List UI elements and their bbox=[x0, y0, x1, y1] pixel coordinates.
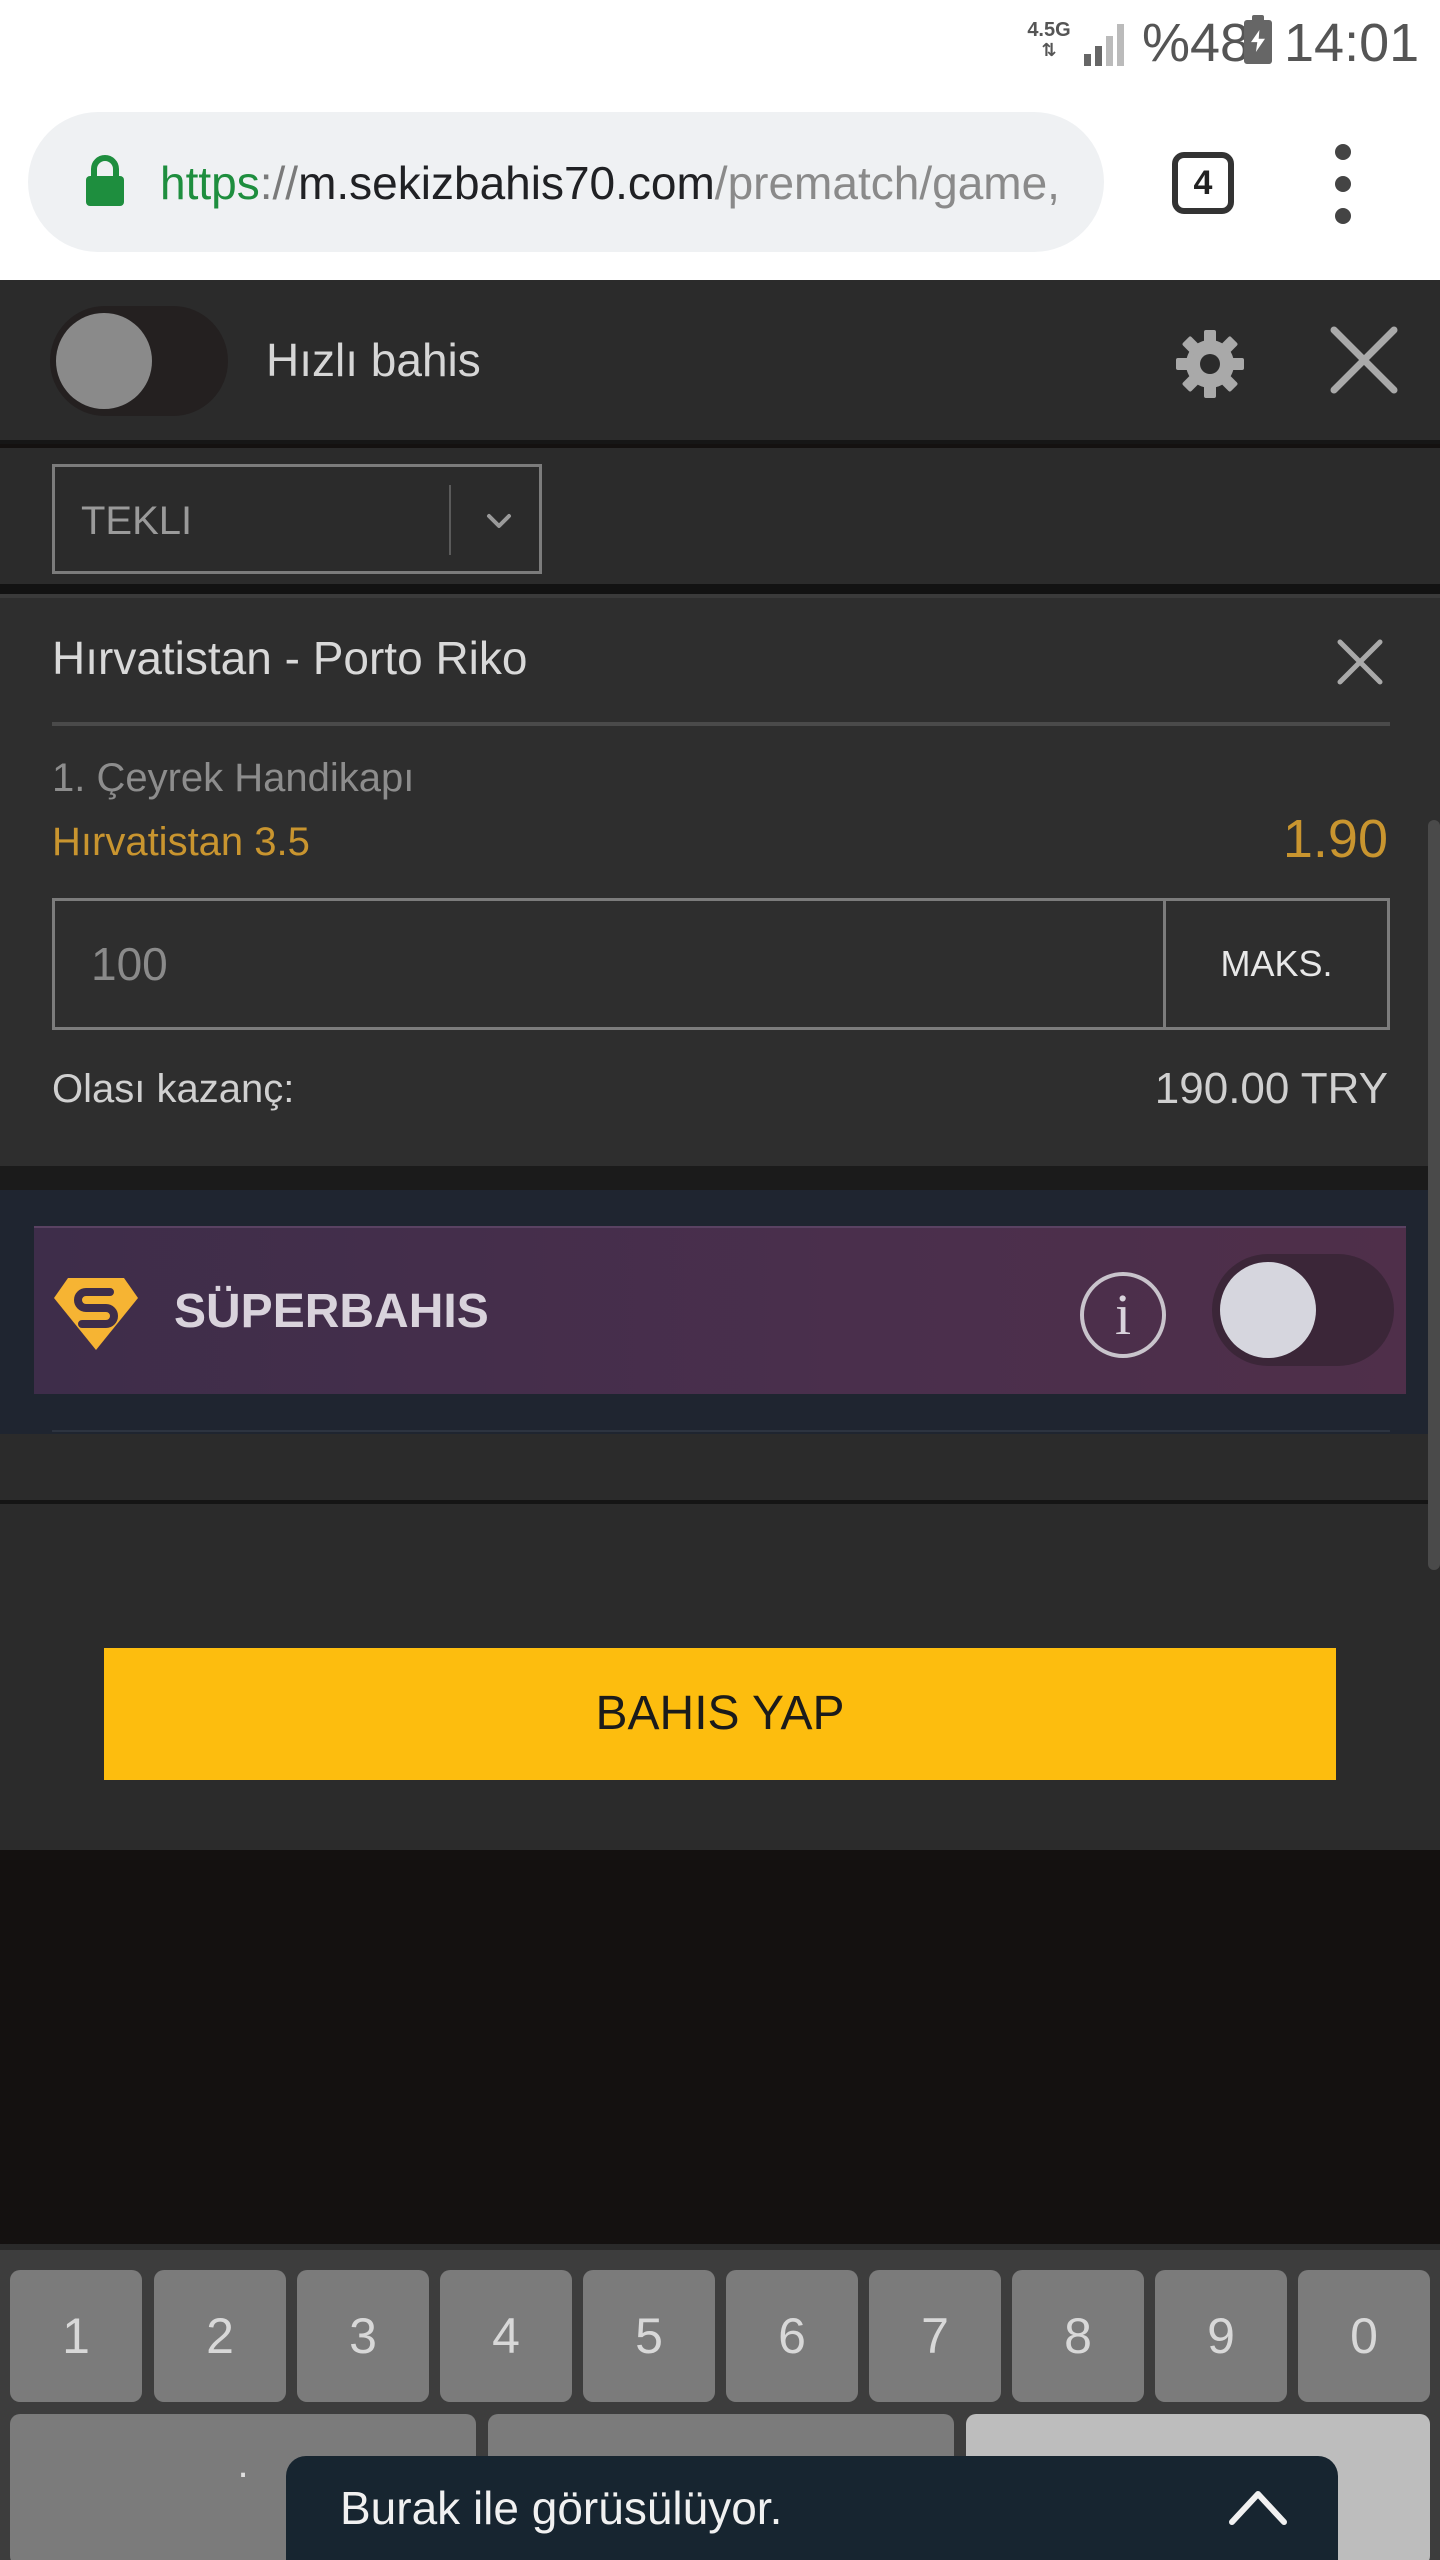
divider bbox=[52, 1430, 1390, 1432]
superbahis-toggle[interactable] bbox=[1212, 1254, 1394, 1366]
toggle-knob bbox=[56, 313, 152, 409]
key-8[interactable]: 8 bbox=[1012, 2270, 1144, 2402]
chevron-down-icon bbox=[487, 514, 511, 528]
superbahis-banner: SÜPERBAHIS i bbox=[34, 1226, 1406, 1394]
key-1[interactable]: 1 bbox=[10, 2270, 142, 2402]
superbahis-logo-icon bbox=[54, 1278, 138, 1350]
key-7[interactable]: 7 bbox=[869, 2270, 1001, 2402]
call-notification-text: Burak ile görüsülüyor. bbox=[340, 2482, 783, 2534]
superbahis-label: SÜPERBAHIS bbox=[174, 1285, 489, 1338]
odds-value: 1.90 bbox=[1282, 809, 1388, 869]
bet-type-select[interactable]: TEKLI bbox=[52, 464, 542, 574]
key-5[interactable]: 5 bbox=[583, 2270, 715, 2402]
browser-toolbar: https://m.sekizbahis70.com/prematch/game… bbox=[0, 88, 1440, 280]
battery-percent: %48 bbox=[1142, 13, 1251, 73]
select-divider bbox=[449, 485, 451, 555]
browser-menu-button[interactable] bbox=[1318, 144, 1368, 224]
toggle-knob bbox=[1220, 1262, 1316, 1358]
info-icon[interactable]: i bbox=[1080, 1272, 1166, 1358]
scrollbar[interactable] bbox=[1428, 820, 1440, 1570]
selection-name: Hırvatistan 3.5 bbox=[52, 820, 310, 864]
url-text[interactable]: https://m.sekizbahis70.com/prematch/game… bbox=[160, 148, 1080, 218]
signal-icon bbox=[1084, 24, 1124, 66]
max-stake-button[interactable]: MAKS. bbox=[1163, 901, 1387, 1027]
address-bar[interactable]: https://m.sekizbahis70.com/prematch/game… bbox=[28, 112, 1104, 252]
call-notification-banner[interactable]: Burak ile görüsülüyor. bbox=[286, 2456, 1338, 2560]
superbahis-section: SÜPERBAHIS i bbox=[0, 1190, 1440, 1434]
key-3[interactable]: 3 bbox=[297, 2270, 429, 2402]
market-name: 1. Çeyrek Handikapı bbox=[52, 756, 415, 800]
network-type: 4.5G bbox=[1027, 19, 1071, 41]
bet-type-value: TEKLI bbox=[81, 499, 193, 543]
quick-bet-toggle[interactable] bbox=[50, 306, 228, 416]
url-scheme: https bbox=[160, 157, 260, 209]
bet-type-row: TEKLI bbox=[0, 448, 1440, 594]
divider bbox=[52, 722, 1390, 726]
close-icon[interactable] bbox=[1328, 324, 1400, 396]
place-bet-area: BAHIS YAP bbox=[0, 1434, 1440, 1850]
potential-winnings-value: 190.00 TRY bbox=[1154, 1064, 1388, 1113]
battery-charging-icon bbox=[1244, 15, 1272, 64]
key-0[interactable]: 0 bbox=[1298, 2270, 1430, 2402]
key-4[interactable]: 4 bbox=[440, 2270, 572, 2402]
lock-icon bbox=[86, 155, 124, 206]
chevron-up-icon[interactable] bbox=[1226, 2482, 1290, 2532]
stake-input[interactable] bbox=[55, 901, 1163, 1027]
url-path: /prematch/game, bbox=[714, 157, 1060, 209]
gear-icon[interactable] bbox=[1174, 328, 1246, 400]
stake-field: MAKS. bbox=[52, 898, 1390, 1030]
bet-slip-card: Hırvatistan - Porto Riko 1. Çeyrek Handi… bbox=[0, 594, 1440, 1166]
url-separator: :// bbox=[259, 157, 299, 209]
data-arrows-icon: ⇅ bbox=[1041, 40, 1057, 60]
network-indicator: 4.5G ⇅ bbox=[1024, 20, 1074, 64]
place-bet-button[interactable]: BAHIS YAP bbox=[104, 1648, 1336, 1780]
potential-winnings-label: Olası kazanç: bbox=[52, 1067, 295, 1111]
status-bar: 4.5G ⇅ %48 14:01 bbox=[0, 0, 1440, 88]
url-host: m.sekizbahis70.com bbox=[298, 157, 715, 209]
key-2[interactable]: 2 bbox=[154, 2270, 286, 2402]
key-9[interactable]: 9 bbox=[1155, 2270, 1287, 2402]
divider bbox=[0, 1500, 1440, 1504]
betslip-page: Hızlı bahis TEKLI Hırvatistan - Porto Ri… bbox=[0, 280, 1440, 2244]
clock: 14:01 bbox=[1284, 13, 1420, 73]
match-title: Hırvatistan - Porto Riko bbox=[52, 632, 528, 684]
remove-bet-close-icon[interactable] bbox=[1334, 636, 1386, 688]
quick-bet-label: Hızlı bahis bbox=[266, 334, 481, 386]
key-6[interactable]: 6 bbox=[726, 2270, 858, 2402]
betslip-header: Hızlı bahis bbox=[0, 280, 1440, 444]
tab-switcher-button[interactable]: 4 bbox=[1172, 152, 1234, 214]
